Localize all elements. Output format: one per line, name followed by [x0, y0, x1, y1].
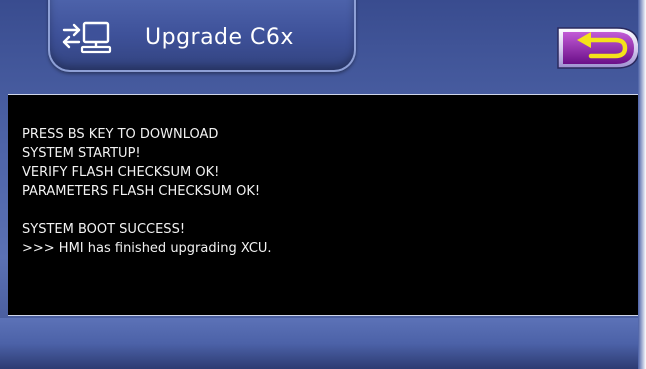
- console-output: PRESS BS KEY TO DOWNLOAD SYSTEM STARTUP! V…: [8, 94, 638, 316]
- bottom-bar: [0, 318, 646, 369]
- console-line: VERIFY FLASH CHECKSUM OK!: [22, 165, 220, 180]
- console-line: SYSTEM BOOT SUCCESS!: [22, 222, 186, 237]
- console-line: >>> HMI has finished upgrading XCU.: [22, 241, 272, 256]
- page-title: Upgrade C6x: [145, 25, 294, 50]
- console-line: SYSTEM STARTUP!: [22, 146, 141, 161]
- back-button[interactable]: [555, 26, 641, 70]
- console-lines: PRESS BS KEY TO DOWNLOAD SYSTEM STARTUP! V…: [22, 125, 272, 258]
- transfer-computer-icon: [62, 21, 112, 54]
- upgrade-screen: Upgrade C6x PRESS BS KEY TO DOWNLOAD SYST…: [0, 0, 646, 369]
- console-line: PRESS BS KEY TO DOWNLOAD: [22, 127, 219, 142]
- console-line: PARAMETERS FLASH CHECKSUM OK!: [22, 184, 261, 199]
- frame-edge: [638, 0, 646, 369]
